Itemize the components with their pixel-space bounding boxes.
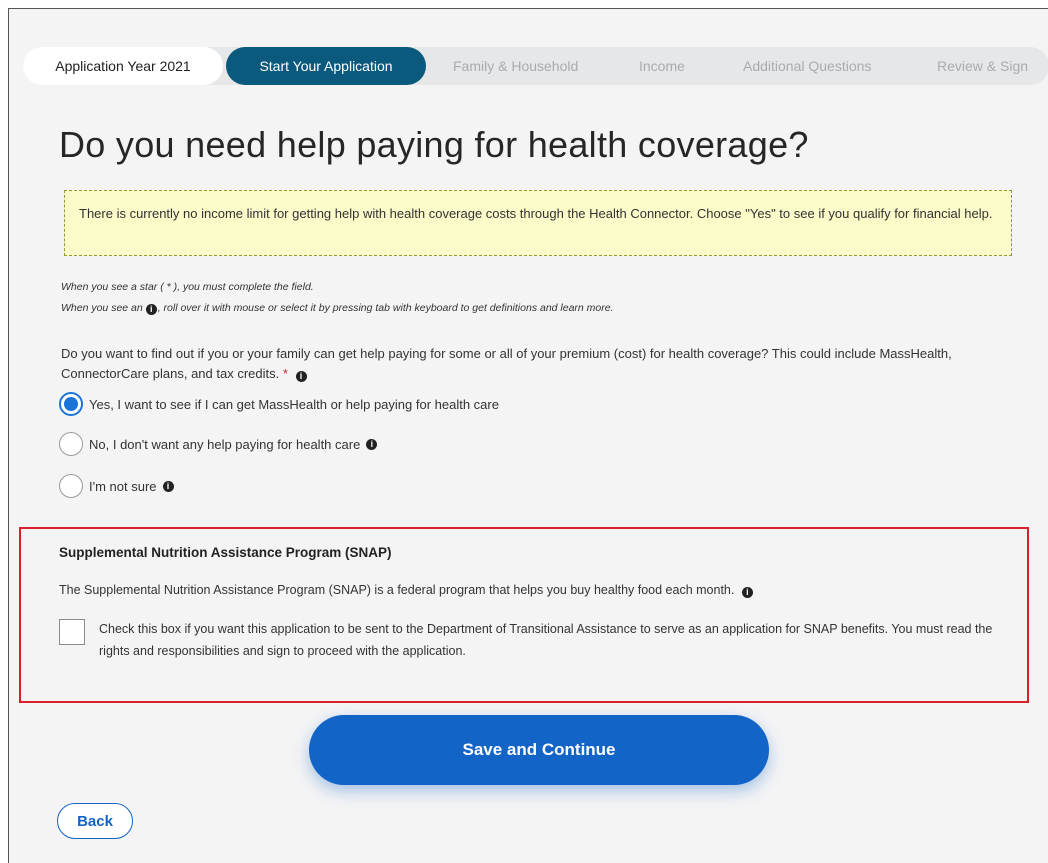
option-no-label: No, I don't want any help paying for hea… bbox=[89, 436, 361, 452]
application-year: Application Year 2021 bbox=[23, 47, 223, 85]
income-notice: There is currently no income limit for g… bbox=[64, 190, 1012, 256]
step-start-your-application[interactable]: Start Your Application bbox=[226, 47, 426, 85]
option-not-sure[interactable]: I'm not sure i bbox=[59, 472, 174, 500]
info-icon: i bbox=[145, 304, 157, 315]
question-info-icon[interactable]: i bbox=[295, 371, 307, 382]
option-not-sure-info-icon[interactable]: i bbox=[162, 480, 174, 492]
required-star: * bbox=[282, 366, 288, 381]
page-frame: Application Year 2021 Start Your Applica… bbox=[8, 8, 1048, 863]
option-not-sure-label: I'm not sure bbox=[89, 478, 157, 494]
snap-description: The Supplemental Nutrition Assistance Pr… bbox=[59, 583, 753, 598]
radio-not-sure[interactable] bbox=[59, 474, 83, 498]
snap-checkbox[interactable] bbox=[59, 619, 85, 645]
snap-description-text: The Supplemental Nutrition Assistance Pr… bbox=[59, 583, 735, 597]
radio-yes[interactable] bbox=[59, 392, 83, 416]
radio-no[interactable] bbox=[59, 432, 83, 456]
step-income[interactable]: Income bbox=[639, 47, 685, 85]
option-yes[interactable]: Yes, I want to see if I can get MassHeal… bbox=[59, 390, 499, 418]
option-no[interactable]: No, I don't want any help paying for hea… bbox=[59, 430, 378, 458]
question-text: Do you want to find out if you or your f… bbox=[61, 346, 952, 381]
step-review-sign[interactable]: Review & Sign bbox=[937, 47, 1028, 85]
required-hint: When you see a star ( * ), you must comp… bbox=[61, 281, 314, 293]
option-yes-label: Yes, I want to see if I can get MassHeal… bbox=[89, 396, 499, 412]
info-hint-after: , roll over it with mouse or select it b… bbox=[157, 302, 614, 314]
help-question: Do you want to find out if you or your f… bbox=[61, 344, 1011, 384]
step-additional-questions[interactable]: Additional Questions bbox=[743, 47, 871, 85]
save-and-continue-button[interactable]: Save and Continue bbox=[309, 715, 769, 785]
info-hint: When you see an i, roll over it with mous… bbox=[61, 302, 614, 315]
step-family-household[interactable]: Family & Household bbox=[453, 47, 578, 85]
progress-bar: Application Year 2021 Start Your Applica… bbox=[23, 47, 1048, 85]
snap-info-icon[interactable]: i bbox=[741, 587, 753, 598]
snap-title: Supplemental Nutrition Assistance Progra… bbox=[59, 545, 392, 560]
snap-checkbox-label: Check this box if you want this applicat… bbox=[99, 622, 993, 658]
page-title: Do you need help paying for health cover… bbox=[59, 124, 809, 165]
option-no-info-icon[interactable]: i bbox=[366, 438, 378, 450]
back-button[interactable]: Back bbox=[57, 803, 133, 839]
info-hint-before: When you see an bbox=[61, 302, 143, 314]
